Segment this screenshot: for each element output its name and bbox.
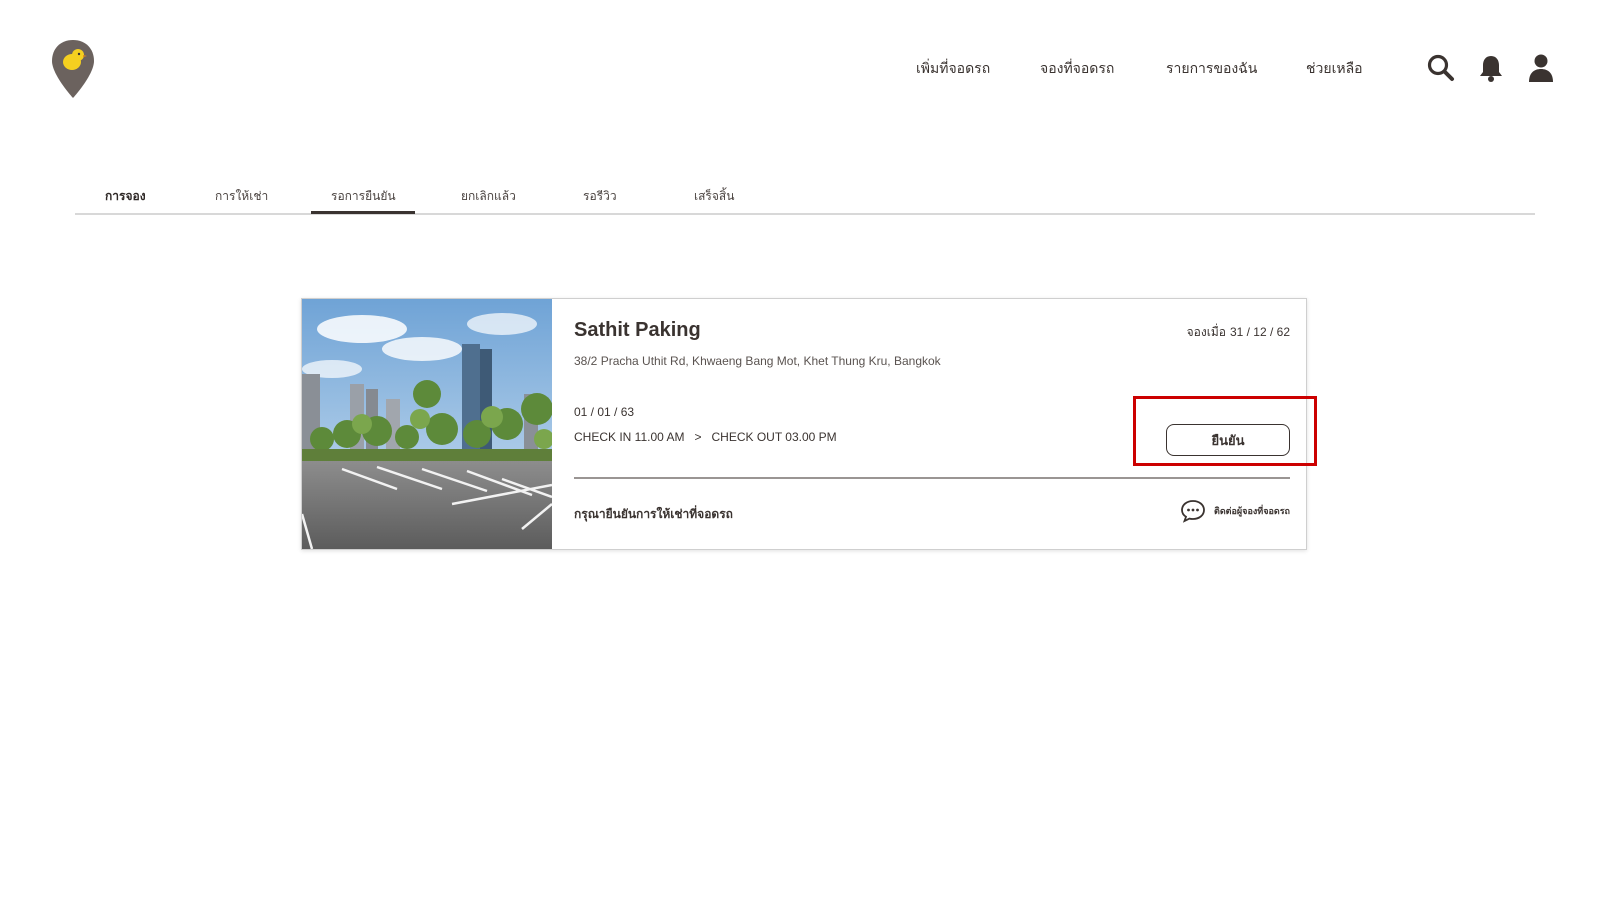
divider — [574, 477, 1290, 479]
tab-cancelled[interactable]: ยกเลิกแล้ว — [461, 187, 516, 206]
parking-address: 38/2 Pracha Uthit Rd, Khwaeng Bang Mot, … — [574, 354, 941, 368]
chat-bubble-icon — [1180, 500, 1210, 523]
contact-booker-label: ติดต่อผู้จองที่จอดรถ — [1213, 506, 1290, 516]
bell-icon[interactable] — [1476, 53, 1506, 83]
nav-help[interactable]: ช่วยเหลือ — [1306, 58, 1363, 80]
tab-awaiting-confirmation[interactable]: รอการยืนยัน — [331, 187, 396, 206]
booking-status-tabs: การจอง การให้เช่า รอการยืนยัน ยกเลิกแล้ว… — [75, 175, 1535, 215]
search-icon[interactable] — [1426, 53, 1456, 83]
page: เพิ่มที่จอดรถ จองที่จอดรถ รายการของฉัน ช… — [0, 0, 1600, 900]
parking-name: Sathit Paking — [574, 319, 701, 341]
tab-renting[interactable]: การให้เช่า — [215, 187, 268, 206]
active-tab-indicator — [311, 211, 415, 214]
top-nav: เพิ่มที่จอดรถ จองที่จอดรถ รายการของฉัน ช… — [0, 58, 1600, 82]
check-in-time: CHECK IN 11.00 AM — [574, 430, 685, 444]
booked-on-date: 31 / 12 / 62 — [1229, 325, 1290, 339]
tab-booking[interactable]: การจอง — [105, 187, 146, 206]
highlight-box — [1133, 396, 1317, 466]
confirm-note: กรุณายืนยันการให้เช่าที่จอดรถ — [574, 507, 733, 521]
check-out-time: CHECK OUT 03.00 PM — [711, 430, 837, 444]
check-in-out: CHECK IN 11.00 AM > CHECK OUT 03.00 PM — [574, 430, 837, 444]
booked-on-label: จองเมื่อ — [1186, 325, 1226, 339]
contact-booker-link[interactable]: ติดต่อผู้จองที่จอดรถ — [1180, 499, 1290, 525]
booked-on: จองเมื่อ 31 / 12 / 62 — [1183, 323, 1290, 342]
nav-add-parking[interactable]: เพิ่มที่จอดรถ — [916, 58, 990, 80]
tab-awaiting-review[interactable]: รอรีวิว — [583, 187, 617, 206]
tab-completed[interactable]: เสร็จสิ้น — [694, 187, 734, 206]
booking-date: 01 / 01 / 63 — [574, 405, 635, 419]
arrow-separator: > — [694, 430, 702, 444]
parking-lot-photo — [302, 299, 552, 549]
nav-my-list[interactable]: รายการของฉัน — [1166, 58, 1257, 80]
user-icon[interactable] — [1526, 53, 1556, 83]
nav-book-parking[interactable]: จองที่จอดรถ — [1040, 58, 1114, 80]
